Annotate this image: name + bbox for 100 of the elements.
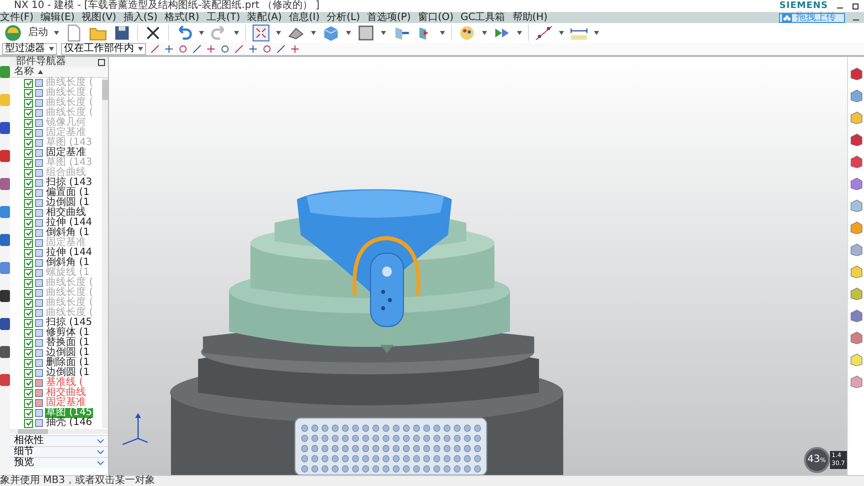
menu-item[interactable]: 工具(T) (206, 12, 240, 23)
window-icon[interactable] (98, 58, 105, 66)
close-icon[interactable] (144, 24, 162, 42)
tree-item[interactable]: 边倒圆 (1 (45, 368, 90, 378)
menu-item[interactable]: 首选项(P) (366, 12, 411, 23)
menu-item[interactable]: 窗口(O) (418, 12, 454, 23)
checkbox[interactable] (24, 358, 33, 368)
save-icon[interactable] (113, 24, 131, 42)
plus-icon[interactable] (262, 44, 272, 54)
caret-icon[interactable] (440, 31, 445, 35)
menu-item[interactable]: 格式(R) (164, 12, 200, 23)
start-label[interactable]: 启动 (28, 28, 48, 38)
tree-item[interactable]: 拉伸 (144 (45, 248, 94, 258)
caret-icon[interactable] (482, 31, 487, 35)
section-header[interactable]: 细节 (10, 446, 108, 457)
caret-icon[interactable] (199, 31, 204, 35)
menu-item[interactable]: 装配(A) (247, 12, 282, 23)
checkbox[interactable] (24, 368, 33, 378)
checkbox[interactable] (24, 198, 33, 208)
menu-item[interactable]: 插入(S) (123, 12, 158, 23)
checkbox[interactable] (24, 378, 33, 388)
tree-item[interactable]: 相交曲线 (45, 208, 87, 218)
checkbox[interactable] (24, 418, 33, 428)
slash-icon[interactable] (276, 44, 286, 54)
caret-icon[interactable] (594, 31, 599, 35)
menu-item[interactable]: 文件(F) (0, 12, 34, 23)
tree-item[interactable]: 边倒圆 (1 (45, 348, 90, 358)
tree-item[interactable]: 扫掠 (145 (45, 318, 94, 328)
checkbox[interactable] (24, 318, 33, 328)
tool-icon[interactable] (0, 317, 10, 331)
tree-item[interactable]: 边倒圆 (1 (45, 198, 90, 208)
restore-icon[interactable] (852, 2, 860, 10)
caret-icon[interactable] (234, 31, 239, 35)
scrollbar-thumb[interactable] (102, 80, 108, 100)
menu-item[interactable]: 编辑(E) (40, 12, 75, 23)
caret-icon[interactable] (381, 31, 386, 35)
caret-icon[interactable] (311, 31, 316, 35)
checkbox[interactable] (24, 118, 33, 128)
checkbox[interactable] (24, 218, 33, 228)
type-filter-dropdown[interactable]: 型过滤器 (2, 43, 57, 55)
tree-item[interactable]: 固定基准 (45, 398, 87, 408)
checkbox[interactable] (24, 288, 33, 298)
menu-item[interactable]: 分析(L) (326, 12, 360, 23)
checkbox[interactable] (24, 78, 33, 88)
checkbox[interactable] (24, 338, 33, 348)
checkbox[interactable] (24, 238, 33, 248)
scrollbar-thumb[interactable] (18, 429, 48, 434)
menu-item[interactable]: 视图(V) (82, 12, 116, 23)
checkbox[interactable] (24, 308, 33, 318)
section-header[interactable]: 预览 (10, 457, 108, 468)
tree-item[interactable]: 固定基准 (45, 148, 87, 158)
tree-item[interactable]: 抽壳 (146 (45, 418, 94, 428)
checkbox[interactable] (24, 258, 33, 268)
checkbox[interactable] (24, 388, 33, 398)
tool-icon[interactable] (0, 289, 10, 303)
checkbox[interactable] (24, 138, 33, 148)
checkbox[interactable] (24, 188, 33, 198)
tree-item[interactable]: 拉伸 (144 (45, 218, 94, 228)
tree-item[interactable]: 倒斜角 (1 (45, 258, 90, 268)
checkbox[interactable] (24, 158, 33, 168)
checkbox[interactable] (24, 348, 33, 358)
checkbox[interactable] (24, 108, 33, 118)
tree-item[interactable]: 相交曲线 (45, 388, 87, 398)
checkbox[interactable] (24, 398, 33, 408)
tool-icon[interactable] (0, 345, 10, 359)
checkbox[interactable] (24, 88, 33, 98)
caret-icon[interactable] (346, 31, 351, 35)
caret-icon[interactable] (49, 47, 54, 51)
caret-icon[interactable] (54, 31, 59, 35)
sort-caret-icon[interactable] (38, 70, 43, 74)
checkbox[interactable] (24, 278, 33, 288)
checkbox[interactable] (24, 228, 33, 238)
points-line-icon[interactable] (535, 24, 553, 42)
menu-item[interactable]: GC工具箱 (460, 12, 506, 23)
tool-icon[interactable] (0, 233, 10, 247)
fit-view-icon[interactable] (252, 24, 270, 42)
checkbox[interactable] (24, 148, 33, 158)
tree-item[interactable]: 偏置面 (1 (45, 188, 90, 198)
tree-item[interactable]: 扫掠 (143 (45, 178, 94, 188)
section-header[interactable]: 相依性 (10, 435, 108, 446)
tree-item[interactable]: 删除面 (1 (45, 358, 90, 368)
menu-item[interactable]: 信息(I) (288, 12, 320, 23)
caret-icon[interactable] (517, 31, 522, 35)
checkbox[interactable] (24, 98, 33, 108)
start-icon[interactable] (4, 24, 22, 42)
checkbox[interactable] (24, 208, 33, 218)
tool-icon[interactable] (0, 121, 10, 135)
checkbox[interactable] (24, 408, 33, 418)
caret-icon[interactable] (559, 31, 564, 35)
column-header[interactable]: 名称 (14, 67, 34, 77)
caret-icon[interactable] (138, 47, 143, 51)
checkbox[interactable] (24, 268, 33, 278)
tree-item[interactable]: 倒斜角 (1 (45, 228, 90, 238)
checkbox[interactable] (24, 248, 33, 258)
checkbox[interactable] (24, 298, 33, 308)
checkbox[interactable] (24, 178, 33, 188)
caret-icon[interactable] (276, 31, 281, 35)
checkbox[interactable] (24, 128, 33, 138)
menu-item[interactable]: 帮助(H) (512, 12, 548, 23)
tree-item[interactable]: 基准线 ( (45, 378, 84, 388)
